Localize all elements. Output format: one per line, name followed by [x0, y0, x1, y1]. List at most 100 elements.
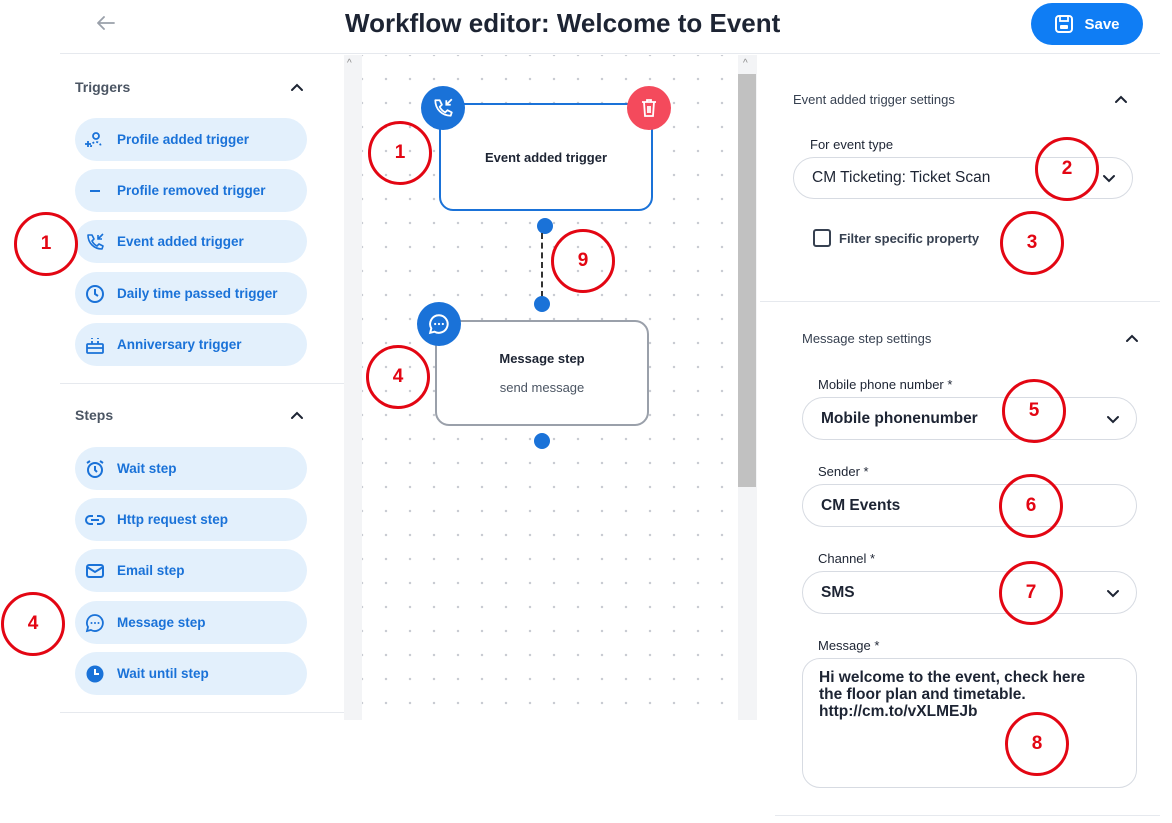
sidebar-item-label: Email step — [117, 563, 185, 578]
annotation-marker: 8 — [1005, 712, 1069, 776]
sidebar-item-label: Wait until step — [117, 666, 209, 681]
trigger-settings-header[interactable]: Event added trigger settings — [793, 91, 1129, 107]
sender-input-wrapper[interactable] — [802, 484, 1137, 527]
sidebar-item-label: Anniversary trigger — [117, 337, 242, 352]
chat-bubble-icon — [428, 314, 449, 335]
sidebar-item-email-step[interactable]: Email step — [75, 549, 307, 592]
annotation-marker: 9 — [551, 229, 615, 293]
chevron-up-icon[interactable] — [289, 407, 305, 423]
trash-icon — [642, 99, 656, 117]
floppy-disk-icon — [1055, 15, 1074, 33]
delete-node-button[interactable] — [627, 86, 671, 130]
message-node-badge — [417, 302, 461, 346]
channel-label: Channel * — [818, 551, 876, 566]
annotation-marker: 1 — [14, 212, 78, 276]
sidebar: Triggers Profile added trigger Profile r… — [60, 55, 344, 720]
message-node-title: Message step — [499, 351, 585, 366]
annotation-marker: 5 — [1002, 379, 1066, 443]
chevron-down-icon — [1107, 589, 1119, 597]
trigger-node[interactable]: Event added trigger — [439, 103, 653, 211]
steps-section-header[interactable]: Steps — [75, 407, 305, 423]
sidebar-item-anniversary-trigger[interactable]: Anniversary trigger — [75, 323, 307, 366]
link-icon — [85, 510, 105, 530]
trigger-node-title: Event added trigger — [484, 149, 608, 165]
sidebar-item-label: Event added trigger — [117, 234, 244, 249]
scroll-up-arrow-icon[interactable]: ^ — [743, 58, 748, 69]
message-node-subtitle: send message — [499, 380, 585, 395]
back-button[interactable] — [93, 10, 119, 36]
annotation-marker: 4 — [366, 345, 430, 409]
annotation-marker: 7 — [999, 561, 1063, 625]
sender-label: Sender * — [818, 464, 869, 479]
sidebar-item-wait-until-step[interactable]: Wait until step — [75, 652, 307, 695]
chevron-down-icon — [1107, 415, 1119, 423]
node-connector[interactable] — [541, 233, 543, 297]
steps-section-title: Steps — [75, 407, 114, 423]
chat-bubble-icon — [85, 613, 105, 633]
channel-select[interactable]: SMS — [802, 571, 1137, 614]
filter-property-checkbox-row[interactable]: Filter specific property — [813, 229, 979, 247]
event-type-label: For event type — [810, 137, 894, 152]
sender-input[interactable] — [821, 496, 1120, 515]
chevron-up-icon[interactable] — [289, 79, 305, 95]
message-label: Message * — [818, 638, 880, 653]
triggers-section-header[interactable]: Triggers — [75, 79, 305, 95]
alarm-clock-icon — [85, 459, 105, 479]
sidebar-item-profile-added-trigger[interactable]: Profile added trigger — [75, 118, 307, 161]
canvas-scrollbar-thumb[interactable] — [738, 74, 756, 487]
page-title: Workflow editor: Welcome to Event — [345, 8, 781, 38]
scroll-up-arrow-icon[interactable]: ^ — [347, 58, 352, 69]
phone-incoming-icon — [434, 98, 453, 117]
sidebar-item-profile-removed-trigger[interactable]: Profile removed trigger — [75, 169, 307, 212]
phone-label: Mobile phone number * — [818, 377, 953, 392]
sidebar-item-message-step[interactable]: Message step — [75, 601, 307, 644]
user-plus-icon — [85, 130, 105, 150]
sidebar-item-label: Daily time passed trigger — [117, 286, 278, 301]
message-node[interactable]: Message step send message — [435, 320, 649, 426]
trigger-output-handle[interactable] — [537, 218, 553, 234]
arrow-left-icon — [97, 16, 115, 30]
triggers-section-title: Triggers — [75, 79, 131, 95]
filter-property-label: Filter specific property — [839, 230, 980, 246]
sidebar-item-http-request-step[interactable]: Http request step — [75, 498, 307, 541]
event-type-value: CM Ticketing: Ticket Scan — [812, 169, 991, 186]
panel-divider — [760, 301, 1160, 302]
clock-icon — [85, 284, 105, 304]
annotation-marker: 4 — [1, 592, 65, 656]
minus-icon — [85, 181, 105, 201]
message-settings-header[interactable]: Message step settings — [802, 330, 1140, 346]
clock-filled-icon — [85, 664, 105, 684]
chevron-down-icon — [1103, 175, 1115, 183]
phone-select[interactable]: Mobile phonenumber — [802, 397, 1137, 440]
sidebar-item-daily-time-passed-trigger[interactable]: Daily time passed trigger — [75, 272, 307, 315]
sidebar-divider — [60, 383, 344, 384]
sidebar-item-wait-step[interactable]: Wait step — [75, 447, 307, 490]
phone-value: Mobile phonenumber — [821, 409, 978, 427]
sidebar-item-label: Http request step — [117, 512, 229, 527]
cake-icon — [85, 335, 105, 355]
chevron-up-icon[interactable] — [1124, 330, 1140, 346]
trigger-node-badge — [421, 86, 465, 130]
save-button-label: Save — [1084, 15, 1120, 33]
annotation-marker: 1 — [368, 121, 432, 185]
sidebar-item-event-added-trigger[interactable]: Event added trigger — [75, 220, 307, 263]
sidebar-item-label: Profile added trigger — [117, 132, 250, 147]
filter-property-checkbox[interactable] — [813, 229, 831, 247]
annotation-marker: 3 — [1000, 211, 1064, 275]
message-output-handle[interactable] — [534, 433, 550, 449]
sidebar-divider — [60, 712, 344, 713]
annotation-marker: 6 — [999, 474, 1063, 538]
chevron-up-icon[interactable] — [1113, 91, 1129, 107]
trigger-settings-title: Event added trigger settings — [793, 91, 955, 107]
message-settings-title: Message step settings — [802, 330, 932, 346]
header-divider — [60, 53, 1160, 54]
message-textarea[interactable]: Hi welcome to the event, check here the … — [802, 658, 1137, 788]
phone-incoming-icon — [85, 232, 105, 252]
sidebar-item-label: Message step — [117, 615, 206, 630]
envelope-icon — [85, 561, 105, 581]
canvas-left-scrollbar[interactable] — [344, 55, 362, 720]
sidebar-item-label: Profile removed trigger — [117, 183, 266, 198]
message-input-handle[interactable] — [534, 296, 550, 312]
save-button[interactable]: Save — [1031, 3, 1143, 45]
annotation-marker: 2 — [1035, 137, 1099, 201]
